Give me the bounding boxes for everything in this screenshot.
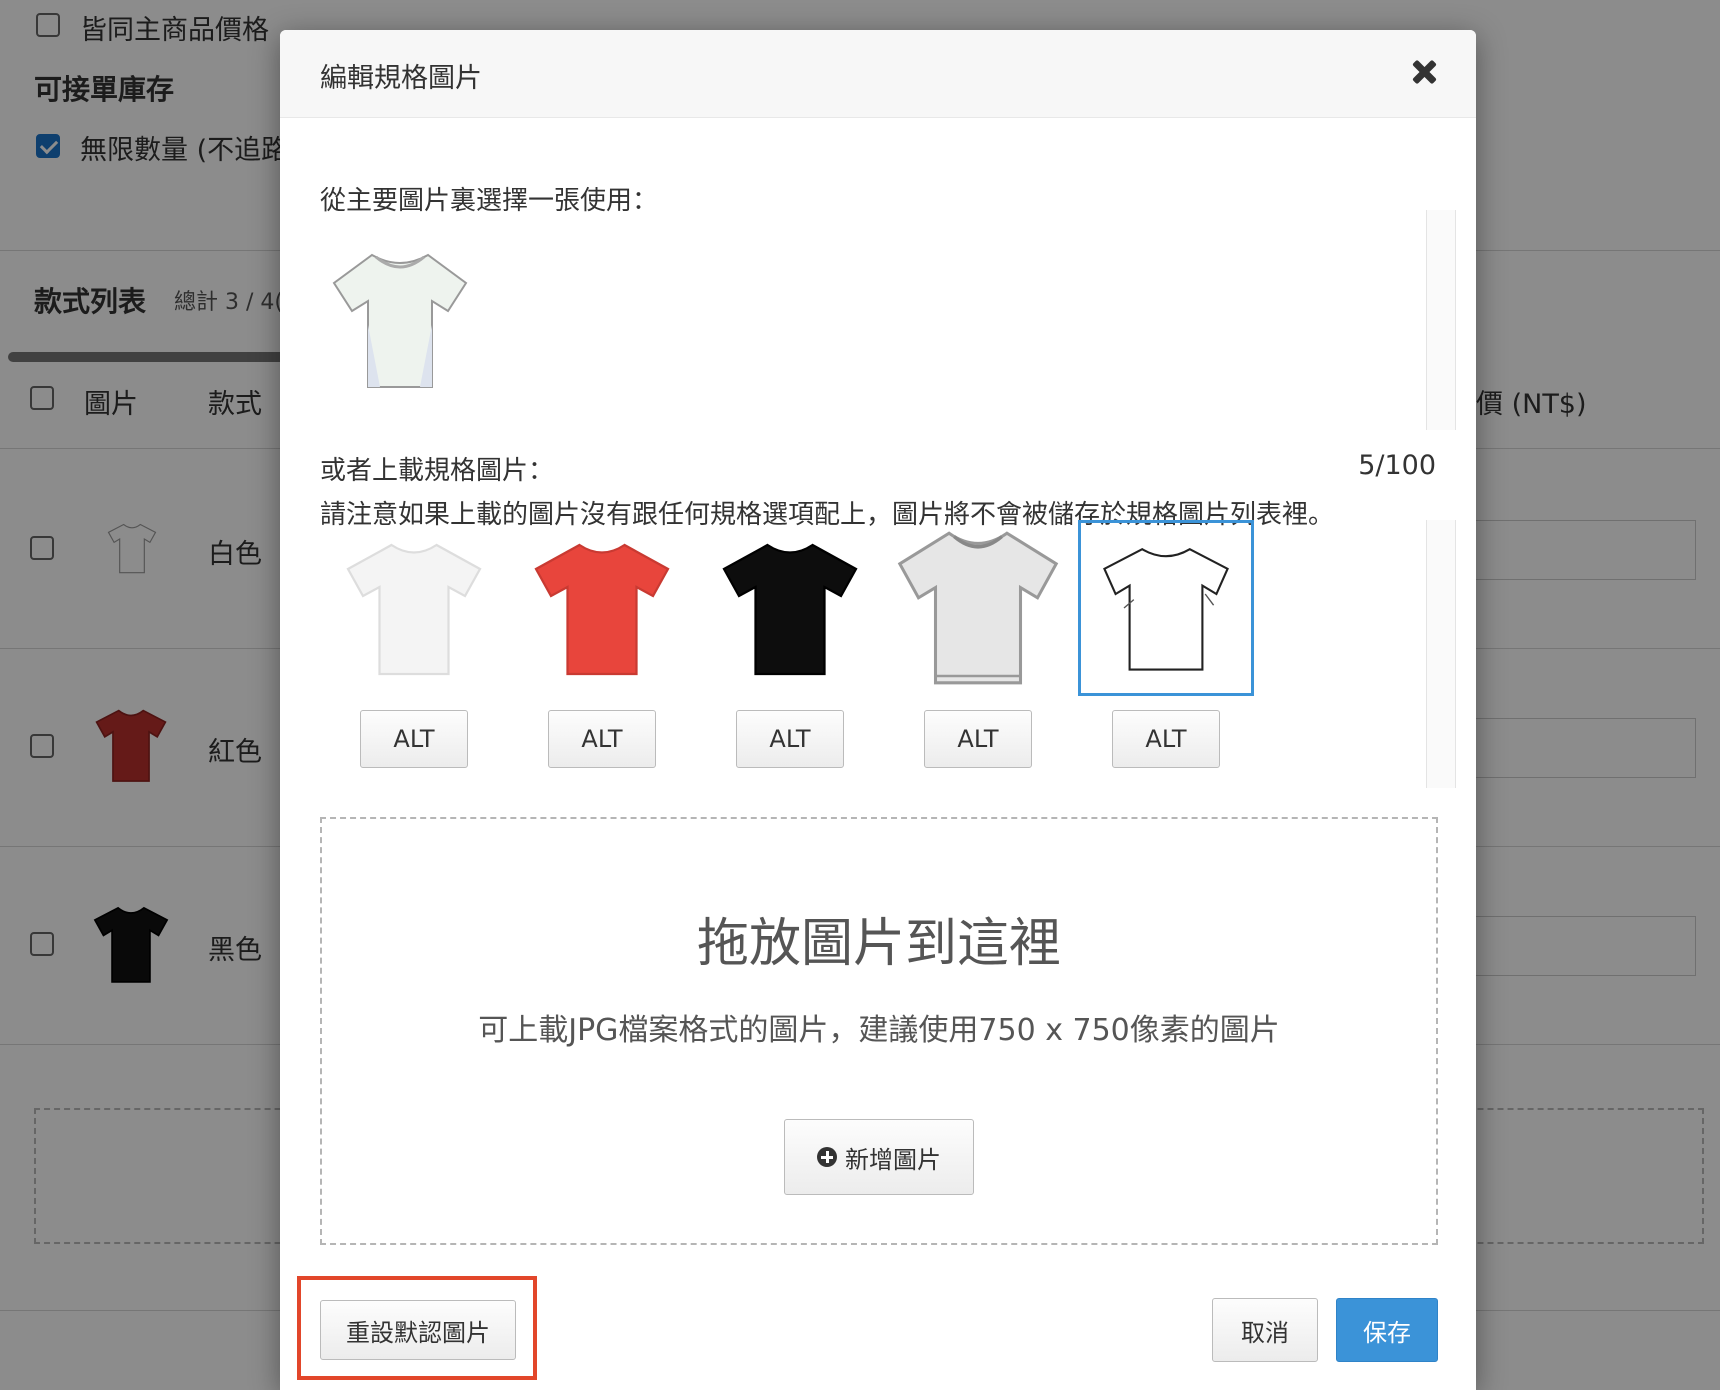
variant-image-item: ALT — [888, 520, 1068, 768]
plus-circle-icon — [817, 1147, 837, 1167]
tshirt-icon — [534, 543, 670, 676]
variant-thumbnail[interactable] — [514, 520, 690, 696]
dropzone-hint: 可上載JPG檔案格式的圖片，建議使用750 x 750像素的圖片 — [478, 1013, 1280, 1048]
variant-image-item: ALT — [324, 520, 504, 768]
tshirt-icon — [722, 543, 858, 676]
save-button[interactable]: 保存 — [1336, 1298, 1438, 1362]
tshirt-icon — [1103, 548, 1229, 671]
tshirt-icon — [346, 543, 482, 676]
modal-header: 編輯規格圖片 — [280, 30, 1476, 118]
variant-image-item: ALT — [512, 520, 692, 768]
or-upload-label: 或者上載規格圖片： — [320, 456, 555, 486]
dropzone-title: 拖放圖片到這裡 — [696, 914, 1061, 974]
alt-button[interactable]: ALT — [924, 710, 1032, 768]
variant-image-item: ALT — [700, 520, 880, 768]
alt-button[interactable]: ALT — [360, 710, 468, 768]
tshirt-icon — [897, 531, 1059, 685]
variant-image-item: ALT — [1076, 520, 1256, 768]
edit-variant-image-modal: 編輯規格圖片 從主要圖片裏選擇一張使用： 或者上載規格圖片： 5/100 請注意… — [280, 30, 1476, 1390]
image-count: 5/100 — [1358, 450, 1436, 481]
alt-button[interactable]: ALT — [736, 710, 844, 768]
add-image-button[interactable]: 新增圖片 — [784, 1119, 974, 1195]
alt-button[interactable]: ALT — [1112, 710, 1220, 768]
main-image-option[interactable] — [320, 225, 480, 395]
choose-from-main-label: 從主要圖片裏選擇一張使用： — [320, 186, 659, 216]
variant-thumbnail-selected[interactable] — [1078, 520, 1254, 696]
variant-thumbnail[interactable] — [890, 520, 1066, 696]
reset-default-image-button[interactable]: 重設默認圖片 — [320, 1300, 516, 1360]
close-icon[interactable] — [1412, 60, 1436, 84]
alt-button[interactable]: ALT — [548, 710, 656, 768]
variant-images-scrollbar[interactable] — [1426, 520, 1456, 788]
modal-title: 編輯規格圖片 — [320, 63, 482, 94]
variant-thumbnail[interactable] — [702, 520, 878, 696]
main-images-scrollbar[interactable] — [1426, 210, 1456, 430]
variant-thumbnail[interactable] — [326, 520, 502, 696]
image-dropzone[interactable]: 拖放圖片到這裡 可上載JPG檔案格式的圖片，建議使用750 x 750像素的圖片… — [320, 817, 1438, 1245]
add-image-label: 新增圖片 — [845, 1145, 941, 1174]
cancel-button[interactable]: 取消 — [1212, 1298, 1318, 1362]
